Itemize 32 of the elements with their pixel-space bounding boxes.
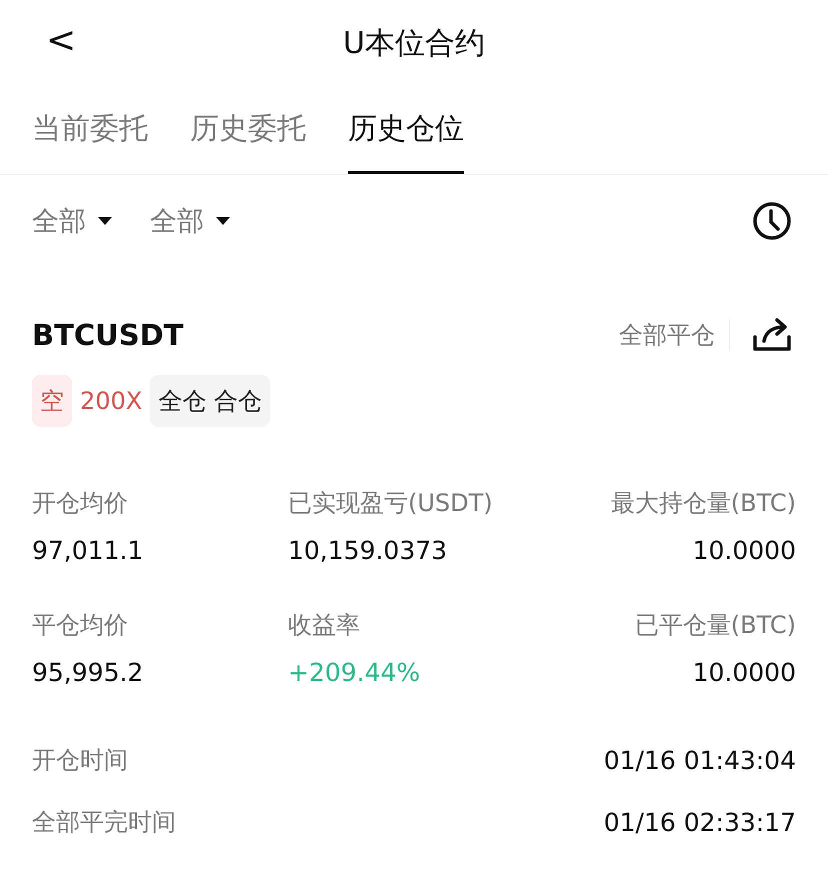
time-value: 01/16 02:33:17	[604, 808, 796, 836]
stat-value: 10.0000	[692, 657, 796, 689]
stat-label: 最大持仓量(BTC)	[610, 488, 796, 519]
symbol-name: BTCUSDT	[32, 318, 184, 352]
stat-value: 97,011.1	[32, 535, 144, 567]
back-button[interactable]: <	[40, 20, 82, 61]
tab[interactable]: 历史委托	[190, 86, 306, 174]
stat-value: +209.44%	[288, 657, 420, 689]
time-label: 开仓时间	[32, 745, 128, 776]
page-title: U本位合约	[343, 24, 485, 62]
stat-label: 收益率	[288, 610, 360, 641]
share-icon[interactable]	[752, 317, 792, 353]
close-all-button[interactable]: 全部平仓	[619, 319, 730, 351]
tab[interactable]: 历史仓位	[348, 86, 464, 174]
time-label: 全部平完时间	[32, 807, 176, 838]
filter-dropdown[interactable]: 全部	[32, 203, 112, 239]
tab[interactable]: 当前委托	[32, 86, 148, 174]
position-tag: 空	[32, 375, 72, 427]
stat-value: 10,159.0373	[288, 535, 448, 567]
stat-label: 开仓均价	[32, 488, 128, 519]
stat-label: 已实现盈亏(USDT)	[288, 488, 493, 519]
filter-dropdown[interactable]: 全部	[150, 203, 230, 239]
stat-value: 10.0000	[692, 535, 796, 567]
stat-label: 平仓均价	[32, 610, 128, 641]
time-value: 01/16 01:43:04	[604, 746, 796, 774]
caret-icon	[216, 216, 230, 226]
caret-icon	[98, 216, 112, 226]
clock-icon[interactable]	[752, 201, 792, 241]
stat-label: 已平仓量(BTC)	[634, 610, 796, 641]
position-tag: 全仓 合仓	[150, 375, 270, 427]
stat-value: 95,995.2	[32, 657, 144, 689]
position-tag: 200X	[80, 377, 142, 425]
